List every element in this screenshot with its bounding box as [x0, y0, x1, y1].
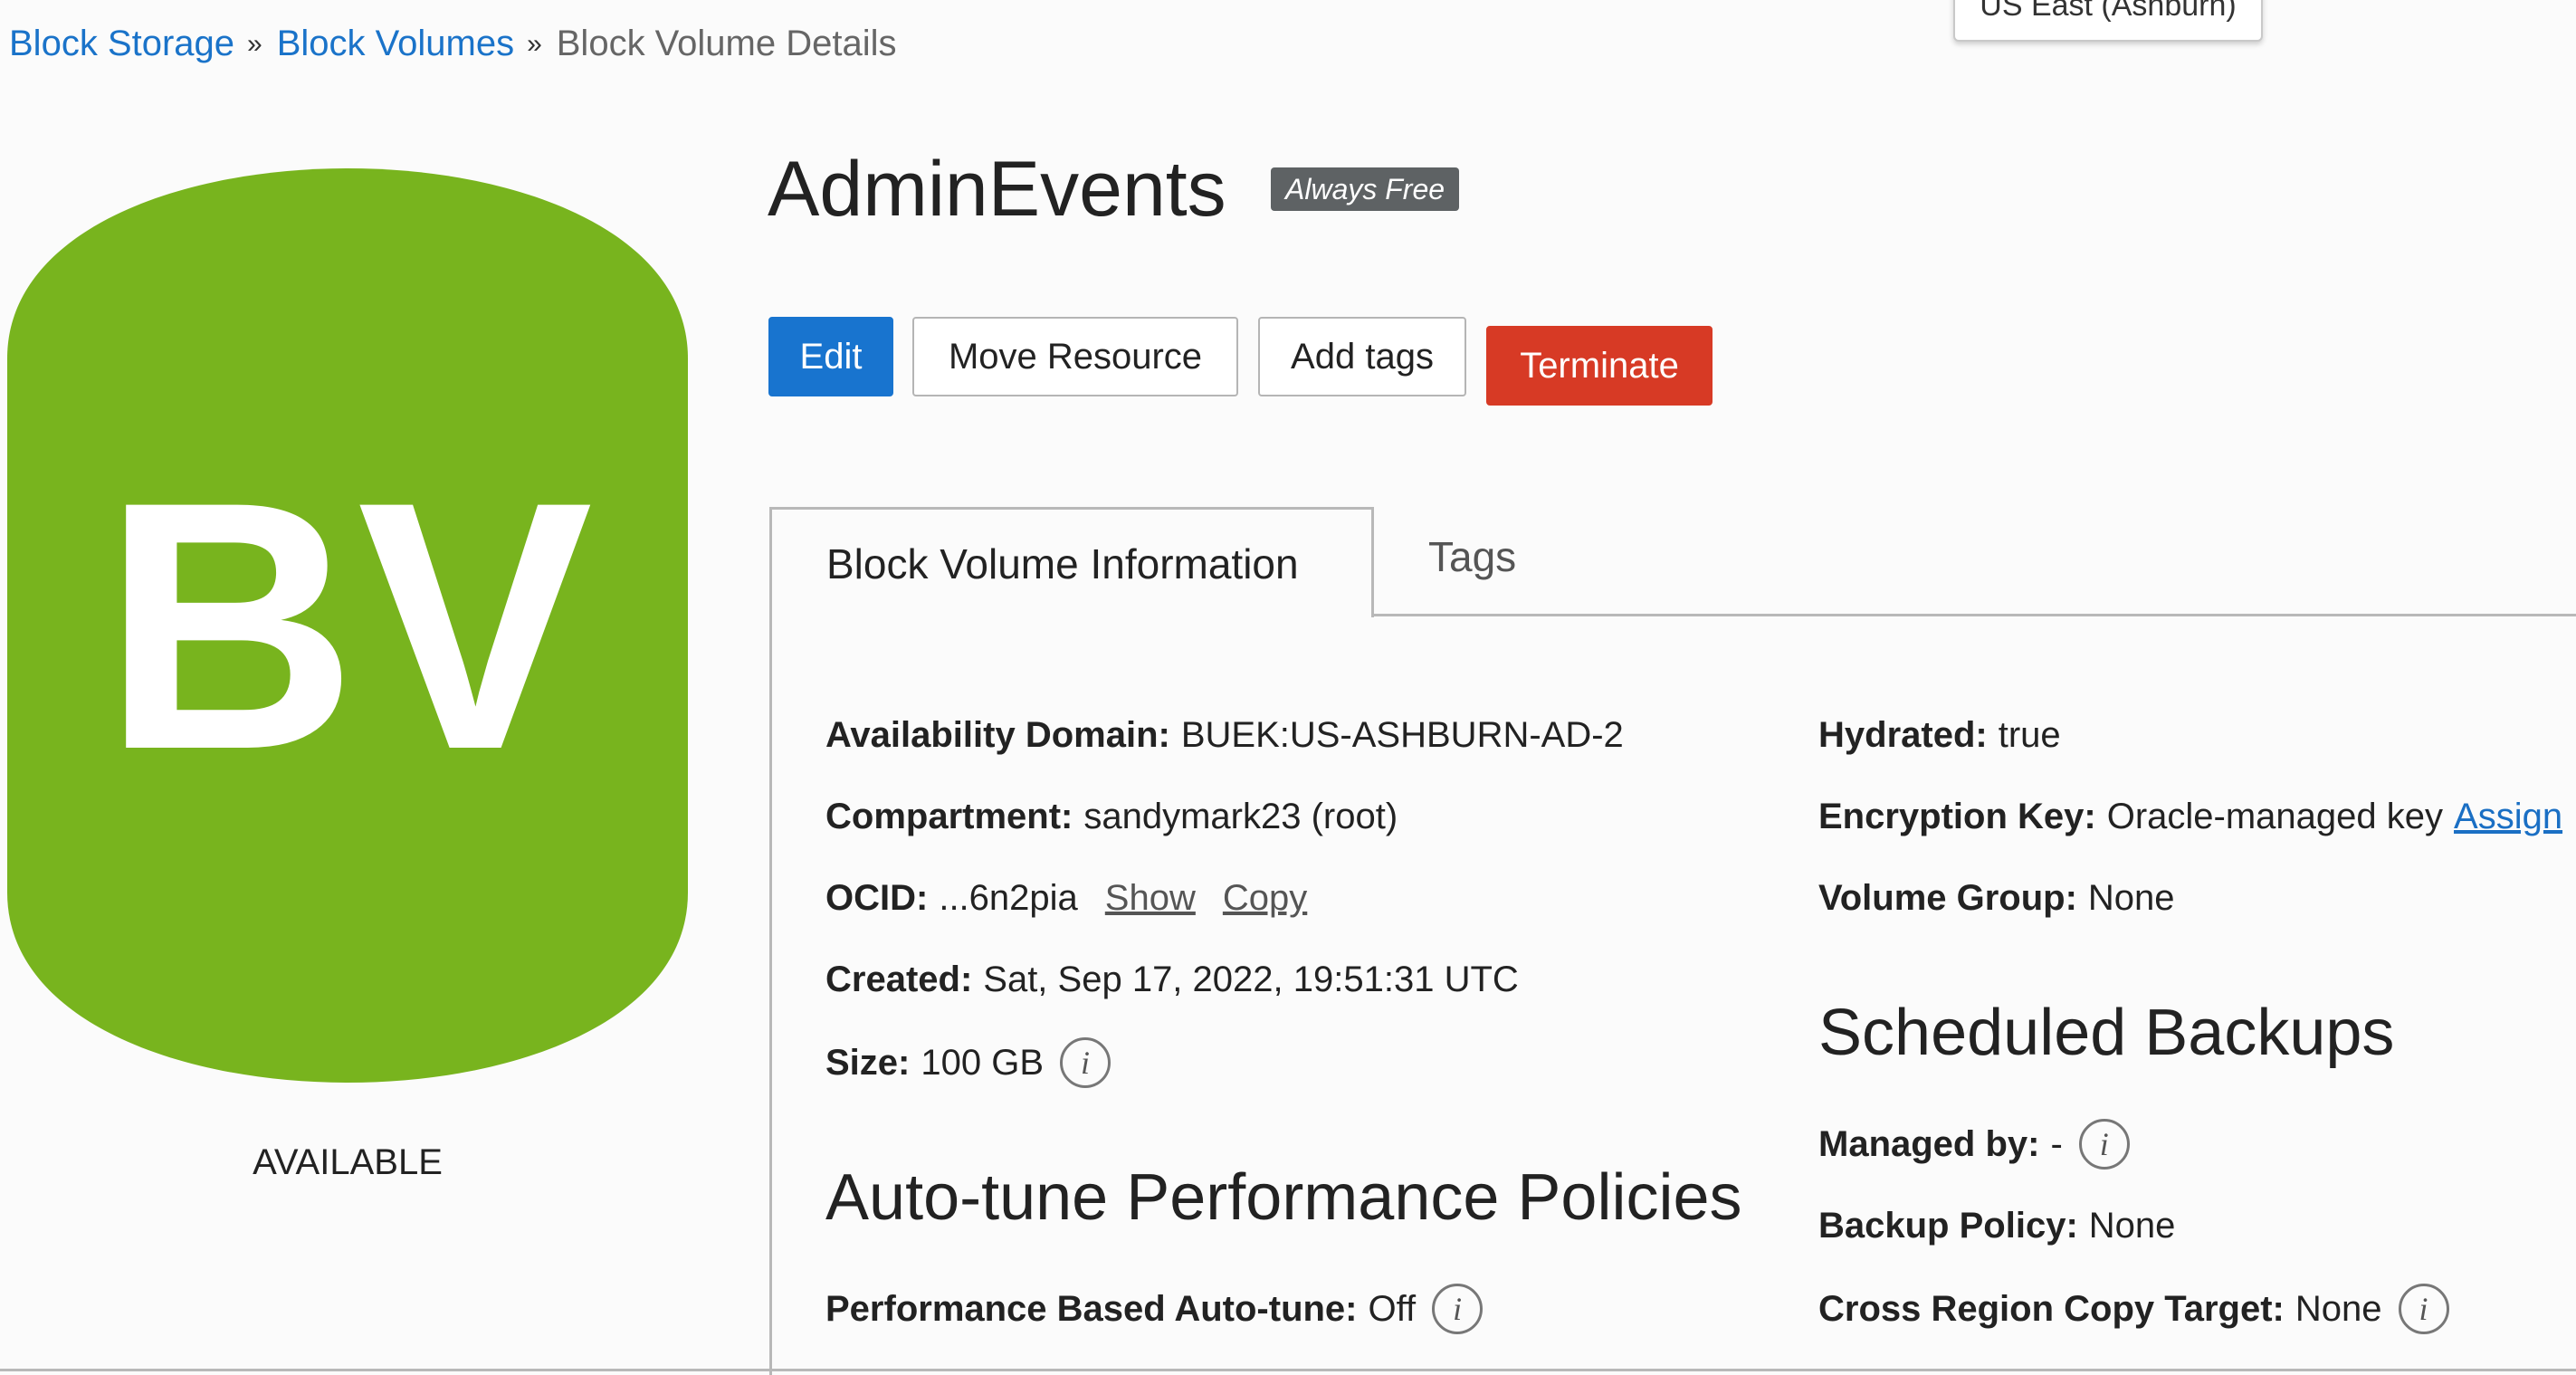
field-value: true: [1998, 715, 2061, 755]
icon-text: BV: [102, 428, 595, 823]
field-label: Hydrated:: [1818, 715, 1988, 755]
field-label: Encryption Key:: [1818, 797, 2096, 836]
hydrated-row: Hydrated: true: [1818, 715, 2061, 756]
field-label: Cross Region Copy Target:: [1818, 1288, 2285, 1329]
created-row: Created: Sat, Sep 17, 2022, 19:51:31 UTC: [825, 960, 1519, 1000]
info-icon[interactable]: i: [2078, 1119, 2130, 1170]
field-label: Availability Domain:: [825, 715, 1170, 755]
breadcrumb-link-block-volumes[interactable]: Block Volumes: [277, 24, 514, 64]
info-icon[interactable]: i: [1060, 1037, 1111, 1088]
performance-autotune-row: Performance Based Auto-tune: Off i: [825, 1284, 1484, 1334]
field-value: Oracle-managed key: [2106, 797, 2444, 836]
move-resource-button[interactable]: Move Resource: [912, 317, 1238, 396]
breadcrumb-separator: »: [247, 28, 262, 59]
field-value: None: [2088, 1206, 2176, 1246]
field-value: 100 GB: [921, 1042, 1045, 1083]
field-value: -: [2050, 1123, 2063, 1164]
encryption-key-row: Encryption Key: Oracle-managed key Assig…: [1818, 797, 2562, 837]
field-label: Created:: [825, 960, 973, 999]
region-label: US East (Ashburn): [1980, 0, 2237, 23]
ocid-row: OCID: ...6n2pia Show Copy: [825, 878, 1307, 919]
edit-button[interactable]: Edit: [768, 317, 893, 396]
field-value: Sat, Sep 17, 2022, 19:51:31 UTC: [983, 960, 1519, 999]
assign-key-link[interactable]: Assign: [2454, 797, 2562, 837]
info-icon[interactable]: i: [1432, 1284, 1484, 1334]
terminate-button[interactable]: Terminate: [1486, 326, 1713, 406]
field-label: OCID:: [825, 878, 929, 918]
tab-block-volume-information[interactable]: Block Volume Information: [769, 507, 1374, 617]
volume-group-row: Volume Group: None: [1818, 878, 2175, 919]
autotune-heading: Auto-tune Performance Policies: [825, 1161, 1742, 1234]
field-value: Off: [1368, 1288, 1417, 1329]
field-value: BUEK:US-ASHBURN-AD-2: [1180, 715, 1624, 755]
managed-by-row: Managed by: - i: [1818, 1119, 2130, 1170]
compartment-row: Compartment: sandymark23 (root): [825, 797, 1398, 837]
ocid-copy-link[interactable]: Copy: [1223, 878, 1307, 919]
field-value: None: [2295, 1288, 2382, 1329]
cross-region-copy-row: Cross Region Copy Target: None i: [1818, 1284, 2449, 1334]
field-label: Backup Policy:: [1818, 1206, 2078, 1246]
always-free-badge: Always Free: [1271, 167, 1460, 211]
field-label: Compartment:: [825, 797, 1073, 836]
field-value: ...6n2pia: [939, 878, 1078, 918]
tab-tags[interactable]: Tags: [1428, 532, 1516, 581]
field-label: Size:: [825, 1042, 911, 1083]
block-volume-icon: BV: [7, 168, 688, 1083]
info-icon[interactable]: i: [2398, 1284, 2449, 1334]
backup-policy-row: Backup Policy: None: [1818, 1206, 2175, 1246]
breadcrumb-current: Block Volume Details: [556, 24, 897, 63]
field-value: None: [2087, 878, 2175, 918]
page-title: AdminEvents: [768, 146, 1226, 233]
breadcrumb: Block Storage » Block Volumes » Block Vo…: [9, 24, 896, 64]
tab-label: Block Volume Information: [826, 539, 1299, 587]
add-tags-button[interactable]: Add tags: [1258, 317, 1466, 396]
lifecycle-status: AVAILABLE: [253, 1142, 443, 1182]
availability-domain-row: Availability Domain: BUEK:US-ASHBURN-AD-…: [825, 715, 1624, 756]
tab-panel-border: [769, 507, 772, 1375]
scheduled-backups-heading: Scheduled Backups: [1818, 997, 2395, 1069]
block-volume-details-page: Block Storage » Block Volumes » Block Vo…: [0, 0, 2576, 1375]
field-label: Managed by:: [1818, 1123, 2040, 1164]
page-bottom-border: [0, 1369, 2576, 1371]
breadcrumb-separator: »: [527, 28, 542, 59]
breadcrumb-link-block-storage[interactable]: Block Storage: [9, 24, 234, 64]
field-label: Performance Based Auto-tune:: [825, 1288, 1358, 1329]
tab-divider: [1373, 614, 2576, 616]
field-label: Volume Group:: [1818, 878, 2077, 918]
ocid-show-link[interactable]: Show: [1105, 878, 1196, 919]
size-row: Size: 100 GB i: [825, 1037, 1111, 1088]
field-value: sandymark23 (root): [1083, 797, 1398, 836]
region-selector[interactable]: US East (Ashburn): [1953, 0, 2263, 42]
